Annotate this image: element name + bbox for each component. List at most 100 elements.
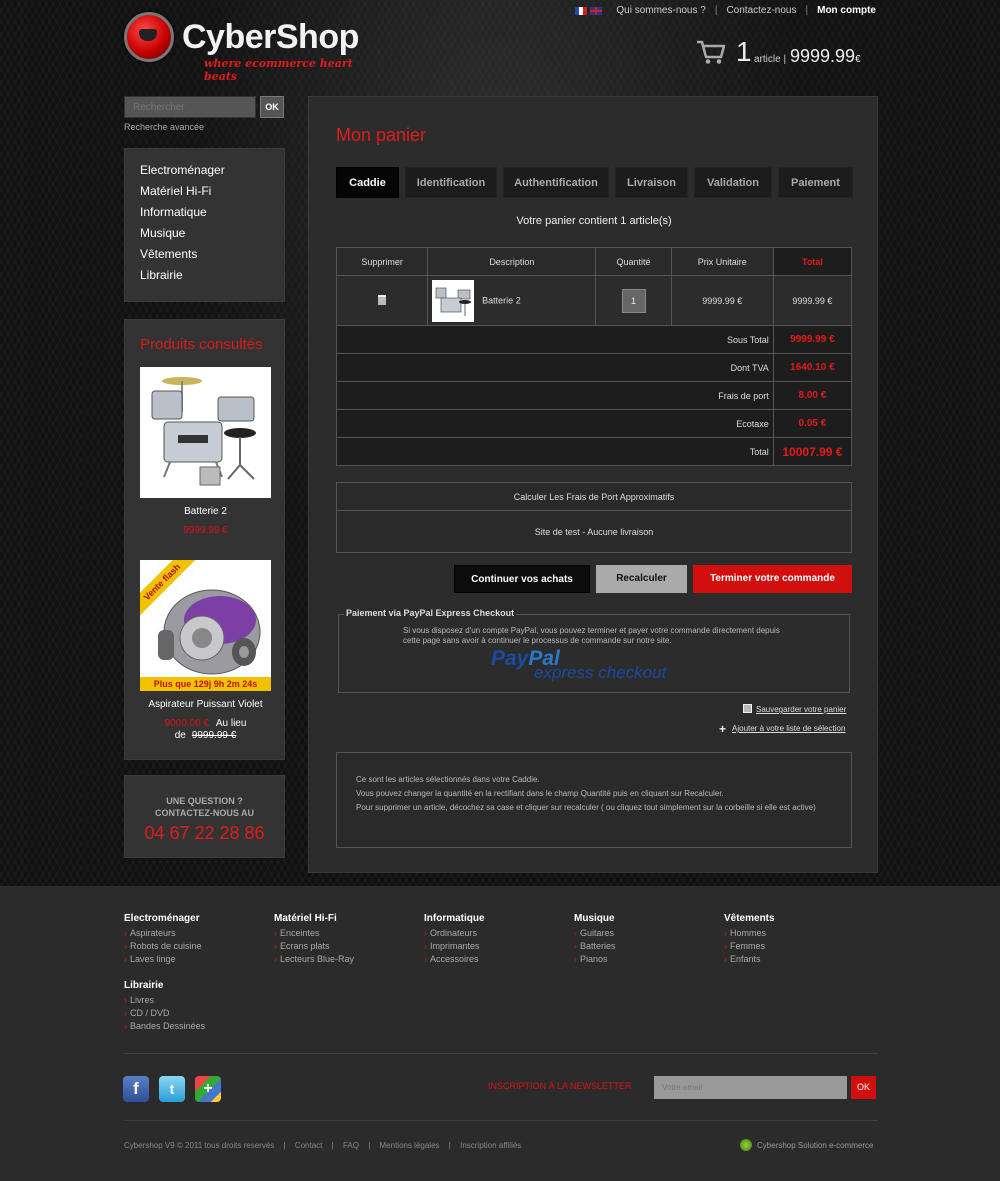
nav-about-link[interactable]: Qui sommes-nous ? <box>616 5 705 16</box>
contact-box: UNE QUESTION ? CONTACTEZ-NOUS AU 04 67 2… <box>124 775 285 858</box>
step-livraison[interactable]: Livraison <box>615 167 688 198</box>
nav-contact-link[interactable]: Contactez-nous <box>726 5 796 16</box>
footer-link[interactable]: › Lecteurs Blue-Ray <box>274 953 354 966</box>
arrow-icon: › <box>124 954 127 964</box>
twitter-icon[interactable]: t <box>159 1076 185 1102</box>
footer-link[interactable]: › Bandes Dessinées <box>124 1020 205 1033</box>
solution-credit[interactable]: Cybershop Solution e-commerce <box>740 1139 874 1151</box>
footer-link[interactable]: › Livres <box>124 994 205 1007</box>
footer: Electroménager › Aspirateurs › Robots de c… <box>0 886 1000 1181</box>
footer-column-title[interactable]: Matériel Hi-Fi <box>274 913 354 924</box>
arrow-icon: › <box>274 954 277 964</box>
arrow-icon: › <box>574 941 577 951</box>
arrow-icon: › <box>724 941 727 951</box>
paypal-express-text: express checkout <box>534 663 667 682</box>
trash-icon[interactable] <box>378 294 387 305</box>
footer-link[interactable]: › CD / DVD <box>124 1007 205 1020</box>
newsletter-submit-button[interactable]: OK <box>851 1076 876 1099</box>
footer-link[interactable]: › Imprimantes <box>424 940 485 953</box>
footer-link[interactable]: › Guitares <box>574 927 616 940</box>
drum-kit-illustration <box>151 377 256 486</box>
arrow-icon: › <box>124 1008 127 1018</box>
step-identification[interactable]: Identification <box>405 167 497 198</box>
footer-column-title[interactable]: Vêtements <box>724 913 775 924</box>
product-thumbnail[interactable] <box>432 279 475 322</box>
step-paiement[interactable]: Paiement <box>778 167 853 198</box>
checkout-button[interactable]: Terminer votre commande <box>693 565 852 593</box>
nav-account-link[interactable]: Mon compte <box>817 5 876 16</box>
arrow-icon: › <box>124 1021 127 1031</box>
footer-column-title[interactable]: Musique <box>574 913 616 924</box>
add-to-list-link[interactable]: Ajouter à votre liste de sélection <box>732 724 845 733</box>
category-musique[interactable]: Musique <box>140 225 284 246</box>
category-electromenager[interactable]: Electroménager <box>140 162 284 183</box>
summary-row: Sous Total 9999.99 € <box>336 325 853 354</box>
facebook-icon[interactable]: f <box>123 1076 149 1102</box>
drum-kit-image[interactable] <box>140 367 271 498</box>
viewed-product-name[interactable]: Aspirateur Puissant Violet <box>125 699 286 710</box>
page-title: Mon panier <box>336 125 427 145</box>
recalculate-button[interactable]: Recalculer <box>596 565 687 593</box>
summary-label: Dont TVA <box>336 353 774 382</box>
footer-contact-link[interactable]: Contact <box>295 1141 323 1150</box>
vacuum-image[interactable]: Vente flash Plus que 129j 9h 2m 24s <box>140 560 271 691</box>
footer-column-title[interactable]: Informatique <box>424 913 485 924</box>
advanced-search-link[interactable]: Recherche avancée <box>124 122 204 132</box>
quantity-input[interactable]: 1 <box>621 288 646 313</box>
french-flag-icon[interactable] <box>575 6 588 15</box>
column-header-total: Total <box>772 247 853 276</box>
category-informatique[interactable]: Informatique <box>140 204 284 225</box>
arrow-icon: › <box>724 928 727 938</box>
arrow-icon: › <box>124 995 127 1005</box>
phone-number[interactable]: 04 67 22 28 86 <box>125 823 284 844</box>
footer-link[interactable]: › Robots de cuisine <box>124 940 202 953</box>
footer-link[interactable]: › Accessoires <box>424 953 485 966</box>
footer-link[interactable]: › Laves linge <box>124 953 202 966</box>
info-line: Pour supprimer un article, décochez sa c… <box>356 803 816 812</box>
footer-link[interactable]: › Pianos <box>574 953 616 966</box>
viewed-products: Produits consultés Batterie 2 9999.99 € <box>124 319 285 760</box>
instead-of-label: Au lieu <box>215 718 247 729</box>
viewed-product-name[interactable]: Batterie 2 <box>125 506 286 517</box>
cart-info-box: Ce sont les articles sélectionnés dans v… <box>336 752 852 848</box>
summary-value: 9999.99 € <box>772 325 853 354</box>
column-header: Quantité <box>595 247 672 276</box>
search-button[interactable]: OK <box>260 96 284 118</box>
footer-link[interactable]: › Enceintes <box>274 927 354 940</box>
site-logo[interactable]: CyberShop where ecommerce heart beats <box>124 12 359 83</box>
product-name[interactable]: Batterie 2 <box>482 295 521 305</box>
table-row: Batterie 2 1 9999.99 € 9999.99 € <box>335 275 853 326</box>
summary-value: 8.00 € <box>772 381 853 410</box>
footer-link[interactable]: › Aspirateurs <box>124 927 202 940</box>
save-cart-link[interactable]: Sauvegarder votre panier <box>756 705 846 714</box>
copyright-text: Cybershop V9 © 2011 tous droits reservés <box>124 1141 275 1150</box>
footer-link[interactable]: › Femmes <box>724 940 775 953</box>
category-librairie[interactable]: Librairie <box>140 267 284 288</box>
continue-shopping-button[interactable]: Continuer vos achats <box>454 565 590 593</box>
arrow-icon: › <box>424 954 427 964</box>
footer-faq-link[interactable]: FAQ <box>343 1141 359 1150</box>
footer-link[interactable]: › Ordinateurs <box>424 927 485 940</box>
footer-column-title[interactable]: Electroménager <box>124 913 202 924</box>
newsletter-email-input[interactable] <box>654 1076 847 1099</box>
category-hifi[interactable]: Matériel Hi-Fi <box>140 183 284 204</box>
shipping-title[interactable]: Calculer Les Frais de Port Approximatifs <box>337 483 851 511</box>
footer-link[interactable]: › Hommes <box>724 927 775 940</box>
footer-column-title[interactable]: Librairie <box>124 980 205 991</box>
footer-link[interactable]: › Batteries <box>574 940 616 953</box>
footer-link[interactable]: › Enfants <box>724 953 775 966</box>
footer-legal-link[interactable]: Mentions légales <box>380 1141 440 1150</box>
category-vetements[interactable]: Vêtements <box>140 246 284 267</box>
step-authentification[interactable]: Authentification <box>503 167 609 198</box>
footer-affiliates-link[interactable]: Inscription affiliés <box>460 1141 521 1150</box>
google-plus-icon[interactable]: + <box>195 1076 221 1102</box>
summary-label: Ecotaxe <box>336 409 774 438</box>
arrow-icon: › <box>424 928 427 938</box>
step-validation[interactable]: Validation <box>694 167 772 198</box>
step-caddie[interactable]: Caddie <box>336 167 399 198</box>
search-input[interactable] <box>124 96 256 118</box>
footer-column: Musique › Guitares › Batteries › Pianos <box>574 913 616 966</box>
grand-total-value: 10007.99 € <box>772 437 853 466</box>
footer-link[interactable]: › Ecrans plats <box>274 940 354 953</box>
english-flag-icon[interactable] <box>590 6 603 15</box>
